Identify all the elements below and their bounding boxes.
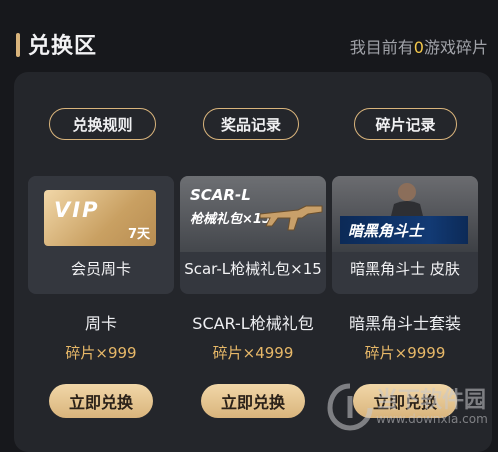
watermark-url: www.downxia.com (376, 412, 488, 426)
rifle-icon (259, 205, 323, 231)
skin-name-banner: 暗黑角斗士 (340, 216, 468, 244)
header: 兑换区 我目前有0游戏碎片 (0, 0, 498, 80)
scar-card-image: SCAR-L 枪械礼包×15 (180, 176, 326, 252)
character-icon (390, 183, 424, 220)
item-caption: 会员周卡 (70, 260, 131, 278)
fragment-suffix: 游戏碎片 (423, 38, 488, 57)
item-price: 碎片×4999 (212, 344, 294, 362)
item-name: SCAR-L枪械礼包 (192, 314, 314, 333)
item-price: 碎片×999 (65, 344, 137, 362)
redeem-button[interactable]: 立即兑换 (201, 384, 305, 418)
redeem-button[interactable]: 立即兑换 (49, 384, 153, 418)
vip-days-text: 7天 (127, 227, 150, 242)
prize-record-button[interactable]: 奖品记录 (203, 108, 299, 140)
vip-card-image: VIP 7天 (28, 176, 174, 252)
item-card-scar[interactable]: SCAR-L 枪械礼包×15 Scar-L枪械礼包×15 (180, 176, 326, 294)
vip-ticket-graphic: VIP 7天 (44, 190, 156, 246)
exchange-rules-button[interactable]: 兑换规则 (49, 108, 156, 140)
item-price: 碎片×9999 (364, 344, 446, 362)
watermark-logo-icon (327, 383, 373, 431)
fragment-count: 0 (413, 38, 424, 57)
fragment-balance: 我目前有0游戏碎片 (350, 34, 488, 58)
title-accent-bar (16, 33, 20, 57)
item-caption: 暗黑角斗士 皮肤 (350, 260, 460, 278)
watermark: 当下软件园 www.downxia.com (322, 380, 494, 436)
vip-text: VIP (54, 198, 100, 222)
item-name: 周卡 (84, 314, 117, 333)
skin-banner-text: 暗黑角斗士 (348, 222, 424, 240)
item-caption: Scar-L枪械礼包×15 (184, 260, 322, 278)
fragment-prefix: 我目前有 (349, 38, 414, 57)
page-title: 兑换区 (28, 34, 98, 59)
skin-card-image: 暗黑角斗士 (332, 176, 478, 252)
item-card-vip[interactable]: VIP 7天 会员周卡 (28, 176, 174, 294)
scar-title-text: SCAR-L (190, 186, 251, 204)
watermark-name: 当下软件园 (376, 388, 487, 413)
item-name: 暗黑角斗士套装 (348, 314, 461, 333)
fragment-record-button[interactable]: 碎片记录 (354, 108, 457, 140)
item-card-skin[interactable]: 暗黑角斗士 暗黑角斗士 皮肤 (332, 176, 478, 294)
